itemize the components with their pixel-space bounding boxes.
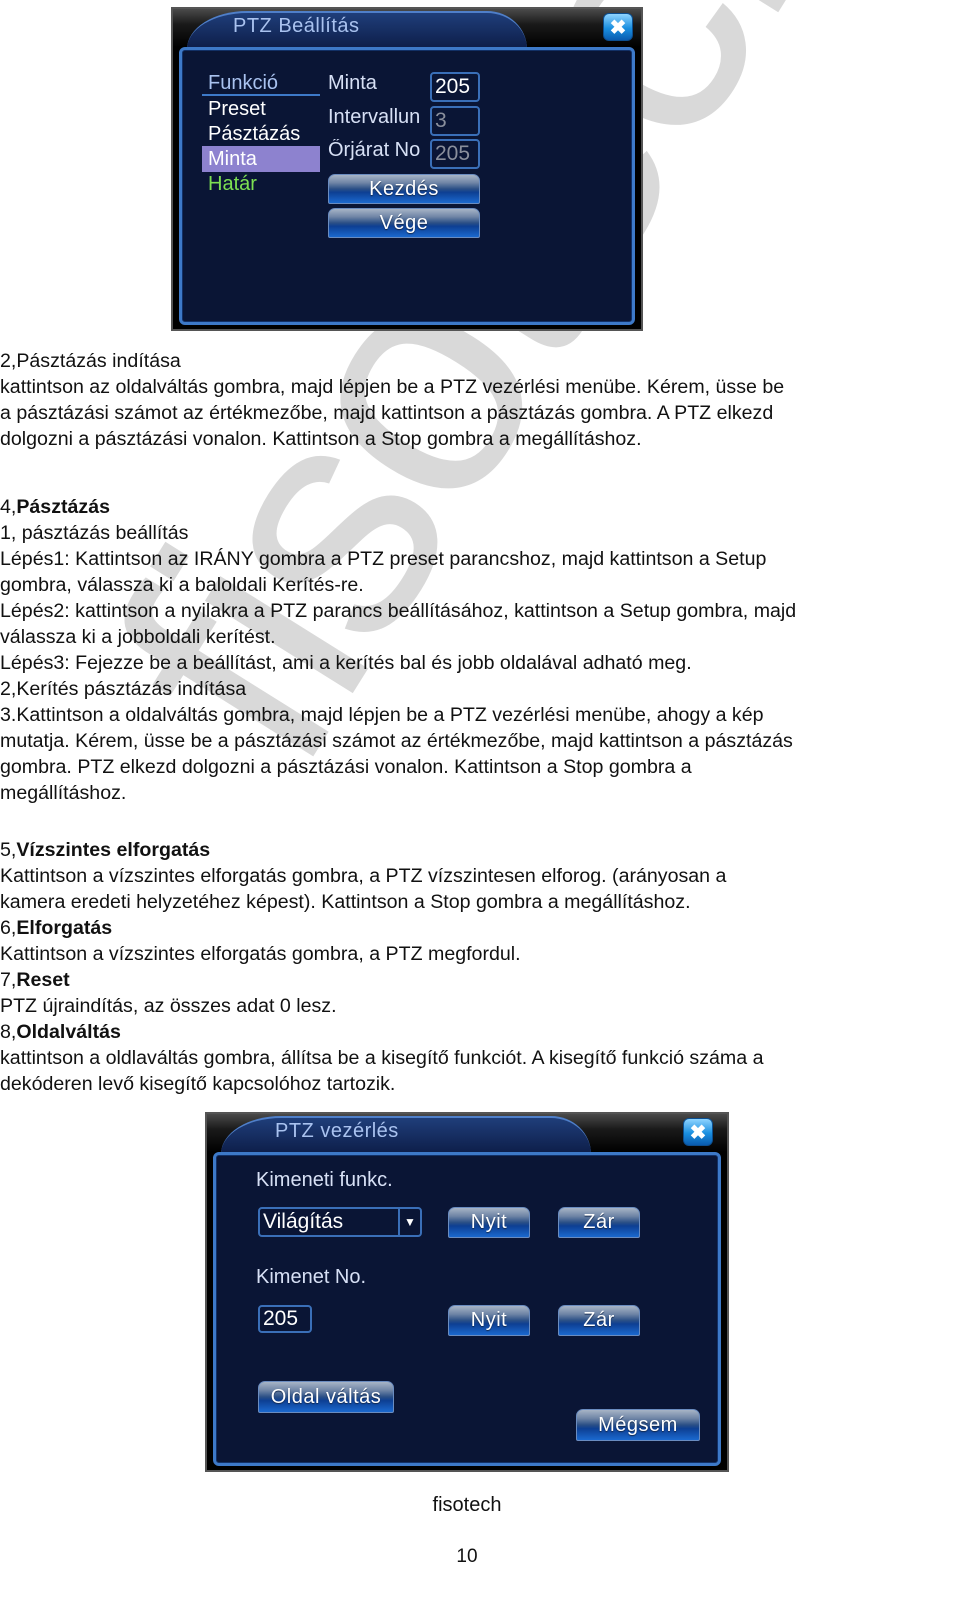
paragraph-line: kattintson az oldalváltás gombra, majd l… [0,376,785,398]
section-title: Pásztázás [16,496,111,518]
section-scan-start: 2,Pásztázás indítása kattintson az oldal… [0,348,938,452]
paragraph-line: kattintson a oldlaváltás gombra, állítsa… [0,1047,764,1069]
paragraph-line: Lépés2: kattintson a nyilakra a PTZ para… [0,600,797,622]
section-5-horizontal-rotation: 5,Vízszintes elforgatás Kattintson a víz… [0,837,880,915]
paragraph-line: dolgozni a pásztázási vonalon. Kattintso… [0,428,642,450]
paragraph-line: kamera eredeti helyzetéhez képest). Katt… [0,891,691,913]
paragraph-line: PTZ újraindítás, az összes adat 0 lesz. [0,995,337,1017]
section-heading: 7,Reset [0,967,938,993]
paragraph-line: dekóderen levő kisegítő kapcsolóhoz tart… [0,1073,396,1095]
section-title: Reset [16,969,70,991]
ptz-control-dialog: PTZ vezérlés ✖ Kimeneti funkc. Világítás… [205,1112,729,1472]
page-switch-button[interactable]: Oldal váltás [258,1381,394,1413]
output-function-label: Kimeneti funkc. [256,1169,393,1191]
section-title: Oldalváltás [16,1021,121,1043]
pattern-input[interactable]: 205 [430,72,480,102]
menu-item-pattern[interactable]: Minta [202,146,320,172]
section-heading: 5,Vízszintes elforgatás [0,837,880,863]
section-heading: 8,Oldalváltás [0,1019,938,1045]
paragraph-line: Kattintson a vízszintes elforgatás gombr… [0,865,727,887]
output-function-value: Világítás [263,1210,344,1233]
paragraph-line: Kattintson a vízszintes elforgatás gombr… [0,943,521,965]
stop-button[interactable]: Vége [328,208,480,238]
menu-item-preset[interactable]: Preset [202,96,320,122]
menu-item-scan[interactable]: Pásztázás [202,121,320,147]
section-number: 5, [0,839,17,861]
paragraph-line: mutatja. Kérem, üsse be a pásztázási szá… [0,730,793,752]
section-number: 6, [0,917,17,939]
pattern-label: Minta [328,72,377,94]
section-4-scan: 4,Pásztázás 1, pásztázás beállítás Lépés… [0,494,938,806]
section-8-page-switch: 8,Oldalváltás kattintson a oldlaváltás g… [0,1019,938,1097]
patrol-no-label: Őrjárat No [328,139,421,161]
section-title: Elforgatás [16,917,113,939]
paragraph-line: 3.Kattintson a oldalváltás gombra, majd … [0,704,764,726]
section-number: 4, [0,496,17,518]
patrol-no-input[interactable]: 205 [430,139,480,169]
close-button-2[interactable]: Zár [558,1305,640,1336]
dialog-panel: Kimeneti funkc. Világítás ▼ Nyit Zár Kim… [213,1152,721,1466]
paragraph-line: 2,Kerítés pásztázás indítása [0,678,247,700]
page-number: 10 [456,1546,478,1567]
output-no-label: Kimenet No. [256,1266,367,1288]
ptz-setup-dialog: PTZ Beállítás ✖ Funkció Preset Pásztázás… [171,7,643,331]
dropdown-arrow-icon[interactable]: ▼ [398,1209,420,1235]
close-icon[interactable]: ✖ [683,1118,713,1146]
paragraph-line: gombra, válassza ki a baloldali Kerítés-… [0,574,364,596]
output-no-input[interactable]: 205 [258,1305,312,1333]
menu-item-boundary[interactable]: Határ [202,171,320,197]
section-7-reset: 7,Reset PTZ újraindítás, az összes adat … [0,967,938,1019]
section-heading: 6,Elforgatás [0,915,938,941]
close-icon[interactable]: ✖ [603,13,633,41]
section-number: 8, [0,1021,17,1043]
paragraph-line: megállításhoz. [0,782,127,804]
paragraph-line: gombra. PTZ elkezd dolgozni a pásztázási… [0,756,692,778]
section-heading: 4,Pásztázás [0,494,938,520]
cancel-button[interactable]: Mégsem [576,1409,700,1441]
footer-brand: fisotech [432,1494,502,1516]
dialog-title: PTZ vezérlés [275,1120,399,1142]
section-heading: 2,Pásztázás indítása [0,350,181,372]
start-button[interactable]: Kezdés [328,174,480,204]
paragraph-line: Lépés3: Fejezze be a beállítást, ami a k… [0,652,692,674]
open-button-2[interactable]: Nyit [448,1305,530,1336]
section-title: Vízszintes elforgatás [16,839,211,861]
interval-input[interactable]: 3 [430,106,480,136]
output-function-select[interactable]: Világítás ▼ [258,1207,422,1237]
paragraph-line: válassza ki a jobboldali kerítést. [0,626,276,648]
dialog-panel: Funkció Preset Pásztázás Minta Határ Min… [179,47,635,325]
dialog-title: PTZ Beállítás [233,15,360,37]
section-6-rotation: 6,Elforgatás Kattintson a vízszintes elf… [0,915,938,967]
paragraph-line: a pásztázási számot az értékmezőbe, majd… [0,402,774,424]
close-button-1[interactable]: Zár [558,1207,640,1238]
open-button-1[interactable]: Nyit [448,1207,530,1238]
section-number: 7, [0,969,17,991]
function-menu-header: Funkció [202,70,320,96]
paragraph-line: 1, pásztázás beállítás [0,522,189,544]
interval-label: Intervallun [328,106,421,128]
paragraph-line: Lépés1: Kattintson az IRÁNY gombra a PTZ… [0,548,767,570]
